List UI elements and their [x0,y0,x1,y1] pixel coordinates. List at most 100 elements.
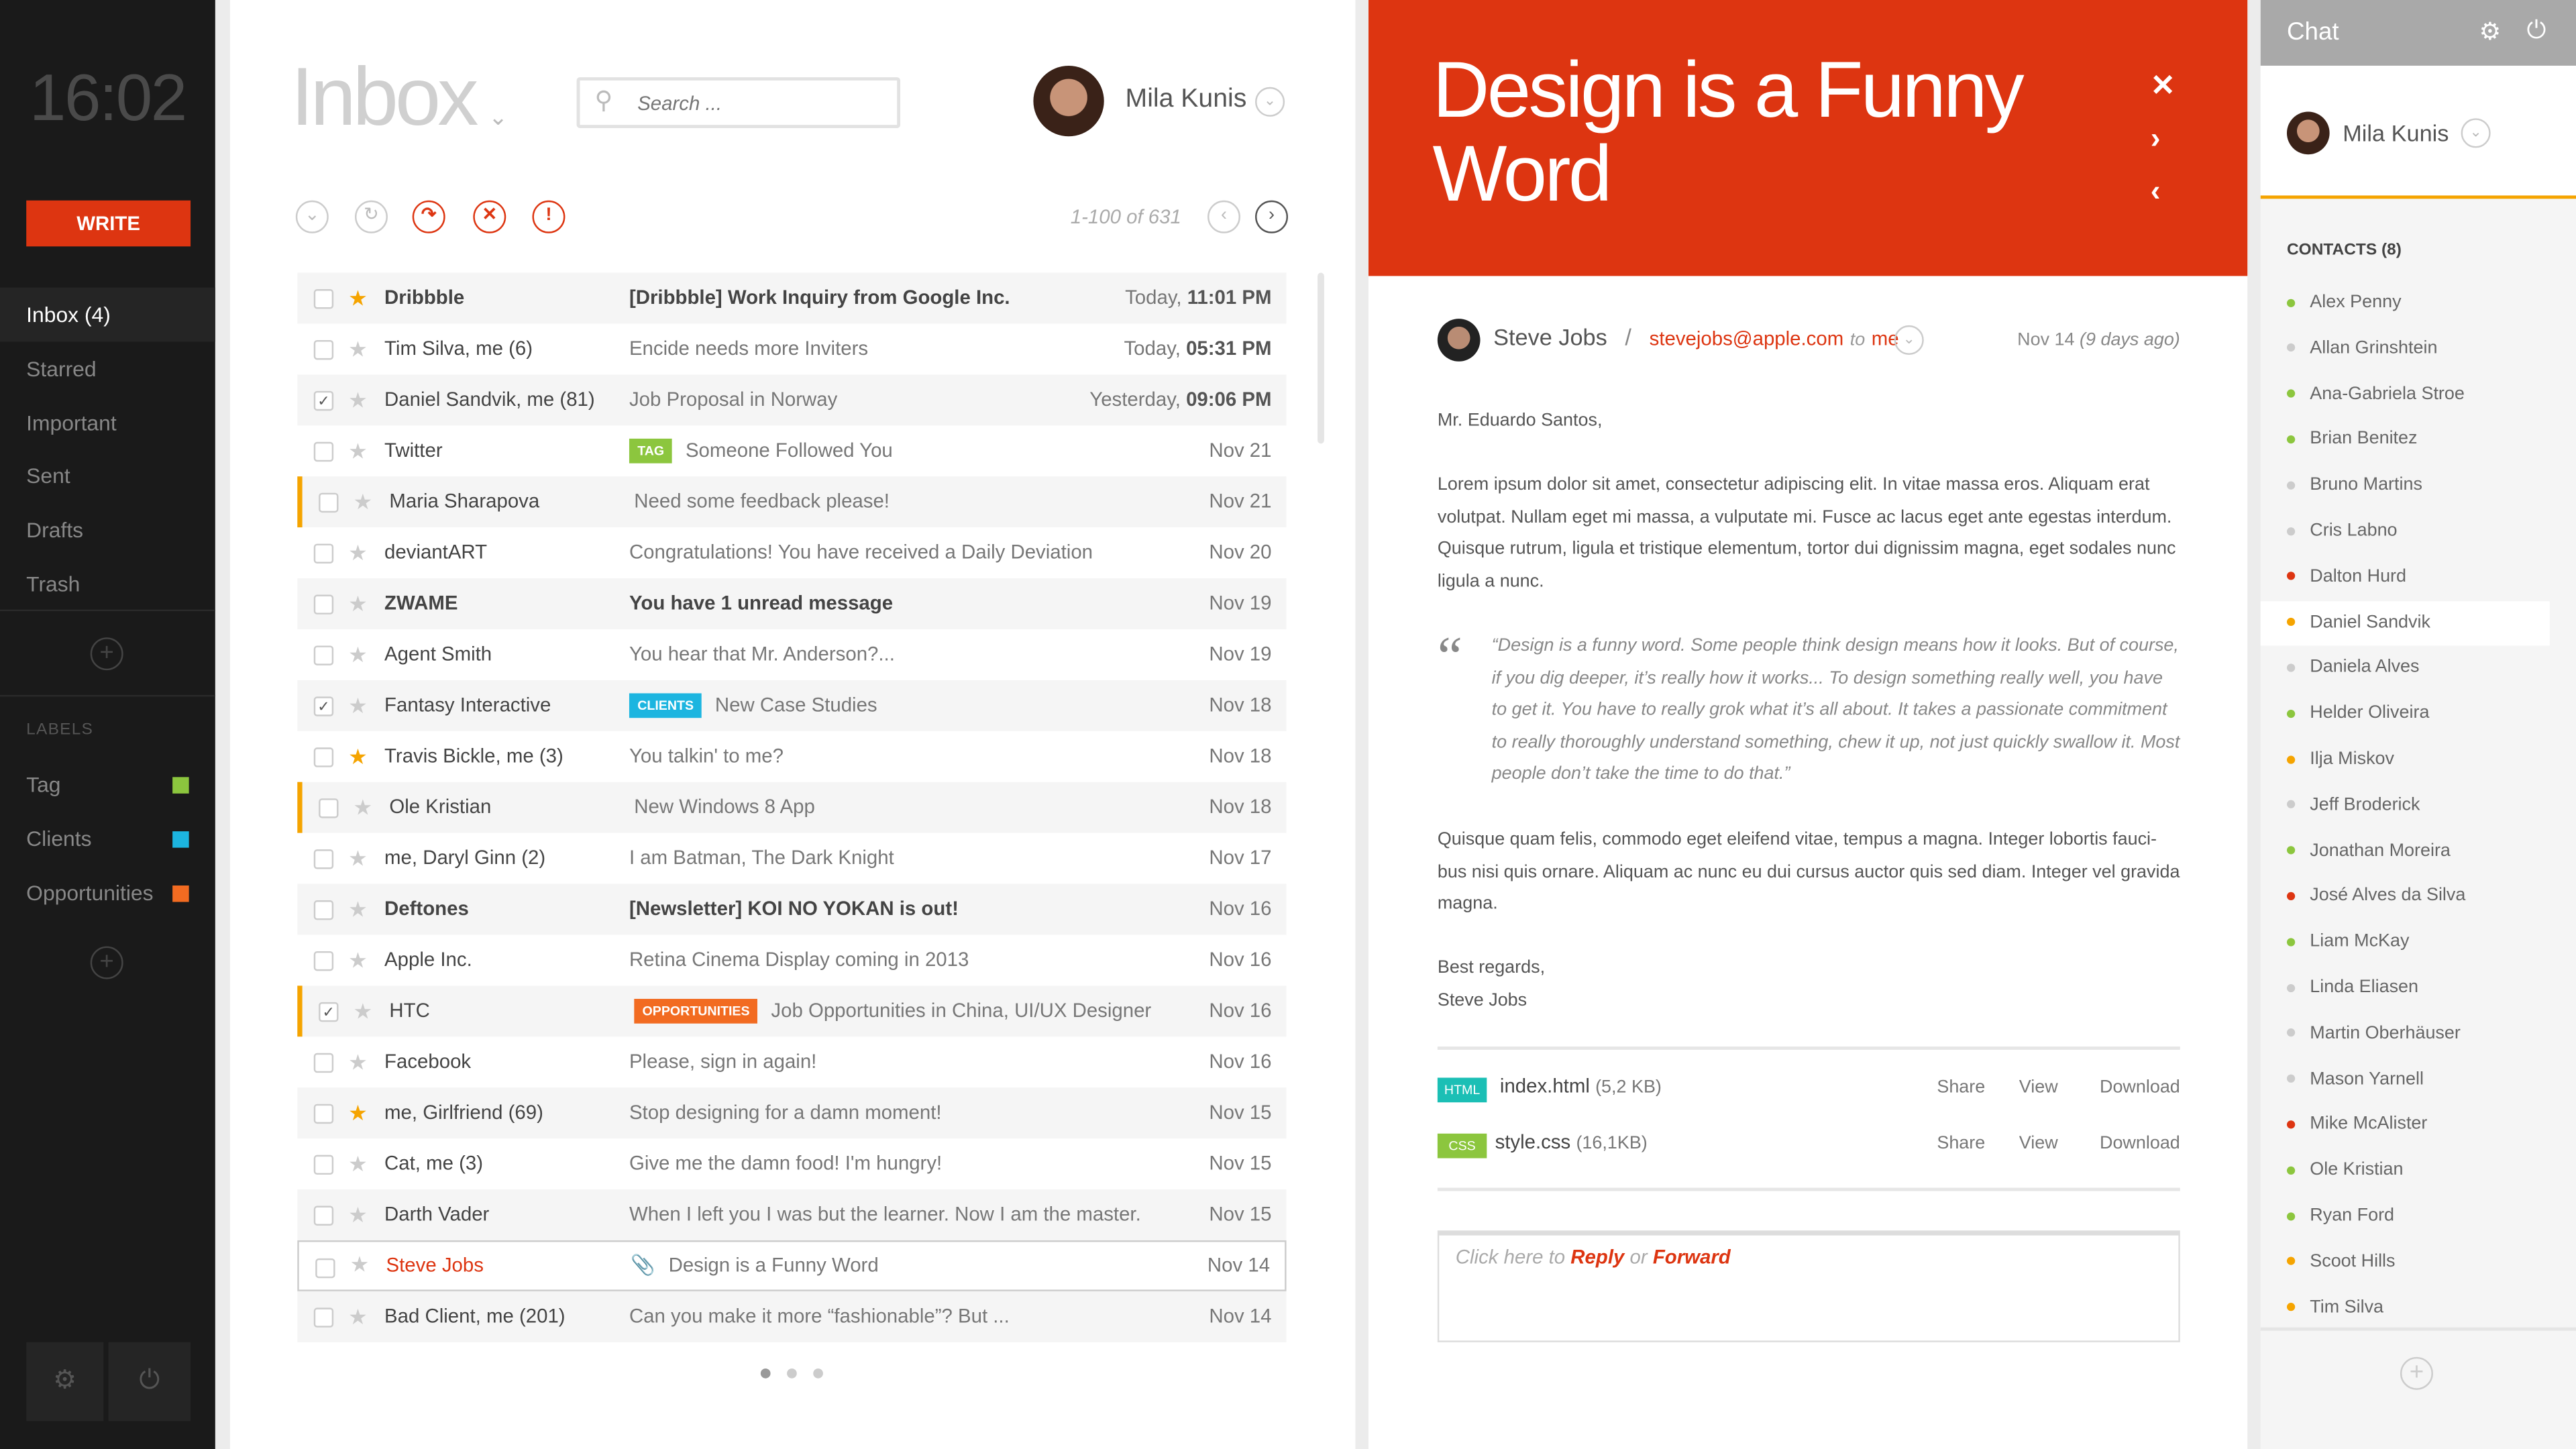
contact-item[interactable]: Liam McKay [2286,920,2576,966]
checkbox[interactable]: ✓ [313,390,334,411]
contact-item[interactable]: Ilja Miskov [2286,738,2576,784]
star-icon[interactable]: ★ [348,273,368,324]
settings-button[interactable]: ⚙ [26,1342,104,1421]
forward-link[interactable]: Forward [1653,1245,1731,1268]
search-input[interactable] [576,77,901,129]
sidebar-item-sent[interactable]: Sent [0,449,215,504]
email-row[interactable]: ★ me, Daryl Ginn (2) I am Batman, The Da… [297,833,1286,884]
label-tag[interactable]: Tag [0,757,215,812]
next-page-icon[interactable]: › [1255,200,1289,233]
checkbox[interactable] [313,747,334,767]
page-dot[interactable] [813,1368,823,1379]
email-row[interactable]: ★ ZWAME You have 1 unread message Nov 19 [297,578,1287,629]
reply-link[interactable]: Reply [1570,1245,1624,1268]
contact-item[interactable]: Mason Yarnell [2286,1057,2576,1103]
email-row[interactable]: ★ Maria Sharapova Need some feedback ple… [297,476,1287,528]
contact-item[interactable]: Helder Oliveira [2286,692,2576,737]
star-icon[interactable]: ★ [348,323,368,374]
star-icon[interactable]: ★ [348,425,368,476]
checkbox[interactable] [313,1307,334,1328]
scrollbar[interactable] [1318,272,1324,444]
checkbox[interactable]: ✓ [319,1002,339,1022]
email-row[interactable]: ★ Tim Silva, me (6) Encide needs more In… [297,323,1286,374]
email-row[interactable]: ★ Apple Inc. Retina Cinema Display comin… [297,934,1286,985]
star-icon[interactable]: ★ [348,934,368,985]
sender-email[interactable]: stevejobs@apple.com [1650,327,1844,350]
star-icon[interactable]: ★ [348,1138,368,1189]
avatar[interactable] [1033,65,1104,137]
contact-item[interactable]: Ryan Ford [2286,1194,2576,1240]
star-icon[interactable]: ★ [348,1189,368,1240]
refresh-icon[interactable]: ↻ [354,200,388,233]
contact-item[interactable]: Daniela Alves [2286,646,2576,692]
email-row[interactable]: ★ Cat, me (3) Give me the damn food! I'm… [297,1138,1286,1189]
checkbox[interactable] [313,339,334,360]
star-icon[interactable]: ★ [350,1242,370,1288]
contact-item[interactable]: Scoot Hills [2286,1240,2576,1285]
checkbox[interactable] [313,543,334,564]
checkbox[interactable] [315,1258,335,1279]
contact-item[interactable]: Brian Benitez [2286,418,2576,464]
status-chevron-icon[interactable]: ⌄ [2461,118,2491,148]
attachment[interactable]: style.css (16,1KB) [1495,1130,1648,1153]
contact-item[interactable]: Cris Labno [2286,509,2576,555]
contact-item[interactable]: Ana-Gabriela Stroe [2286,372,2576,418]
email-row[interactable]: ★ Facebook Please, sign in again! Nov 16 [297,1036,1286,1087]
close-icon[interactable]: ✕ [2151,69,2176,103]
add-contact-icon[interactable]: + [2400,1356,2433,1390]
star-icon[interactable]: ★ [354,782,373,833]
label-opportunities[interactable]: Opportunities [0,865,215,920]
next-message-icon[interactable]: › [2151,121,2161,156]
contact-item[interactable]: Linda Eliasen [2286,966,2576,1012]
download-button[interactable]: Download [2100,1134,2180,1153]
checkbox[interactable] [313,951,334,971]
star-icon[interactable]: ★ [348,629,368,680]
star-icon[interactable]: ★ [348,1087,368,1138]
prev-page-icon[interactable]: ‹ [1208,200,1240,233]
contact-item[interactable]: Tim Silva [2286,1286,2576,1332]
sidebar-item-trash[interactable]: Trash [0,557,215,611]
page-dot[interactable] [787,1368,797,1379]
user-menu-chevron-icon[interactable]: ⌄ [1255,87,1285,117]
email-row[interactable]: ★ deviantART Congratulations! You have r… [297,527,1286,578]
checkbox[interactable] [313,645,334,665]
add-label-icon[interactable]: + [90,946,123,979]
contact-item[interactable]: Martin Oberhäuser [2286,1012,2576,1057]
star-icon[interactable]: ★ [348,527,368,578]
email-row[interactable]: ★ Ole Kristian New Windows 8 App Nov 18 [297,782,1287,833]
contact-item[interactable]: Alex Penny [2286,281,2576,327]
checkbox[interactable] [313,1155,334,1175]
page-dot[interactable] [760,1368,771,1379]
email-row[interactable]: ★ Agent Smith You hear that Mr. Anderson… [297,629,1286,680]
checkbox[interactable] [313,594,334,614]
reply-box[interactable]: Click here to Reply or Forward [1437,1230,2180,1342]
sidebar-item-inbox[interactable]: Inbox (4) [0,287,215,342]
email-row[interactable]: ✓ ★ Fantasy Interactive CLIENTS New Case … [297,680,1287,731]
previous-message-icon[interactable]: ‹ [2151,174,2161,209]
email-row[interactable]: ★ Bad Client, me (201) Can you make it m… [297,1291,1287,1342]
share-button[interactable]: Share [1937,1134,1985,1153]
email-row[interactable]: ★ Steve Jobs 📎 Design is a Funny Word Nov… [297,1240,1287,1291]
checkbox[interactable]: ✓ [313,696,334,716]
checkbox[interactable] [313,441,334,462]
email-row[interactable]: ✓ ★ HTC OPPORTUNITIES Job Opportunities i… [297,985,1287,1037]
contact-item[interactable]: José Alves da Silva [2286,875,2576,920]
contact-item[interactable]: Allan Grinshtein [2286,327,2576,372]
star-icon[interactable]: ★ [348,680,368,731]
gear-icon[interactable]: ⚙ [2479,16,2502,46]
checkbox[interactable] [313,849,334,869]
contact-item[interactable]: Bruno Martins [2286,464,2576,509]
attachment[interactable]: index.html (5,2 KB) [1500,1075,1662,1097]
forward-icon[interactable]: ↷ [412,200,445,233]
select-chevron-icon[interactable]: ⌄ [295,200,329,233]
sidebar-item-important[interactable]: Important [0,395,215,449]
star-icon[interactable]: ★ [348,884,368,935]
add-folder-icon[interactable]: + [90,637,123,671]
checkbox[interactable] [313,289,334,309]
power-button[interactable]: ⏻ [108,1342,191,1421]
star-icon[interactable]: ★ [348,1036,368,1087]
label-clients[interactable]: Clients [0,811,215,865]
view-button[interactable]: View [2019,1078,2058,1097]
share-button[interactable]: Share [1937,1078,1985,1097]
checkbox[interactable] [313,1053,334,1073]
